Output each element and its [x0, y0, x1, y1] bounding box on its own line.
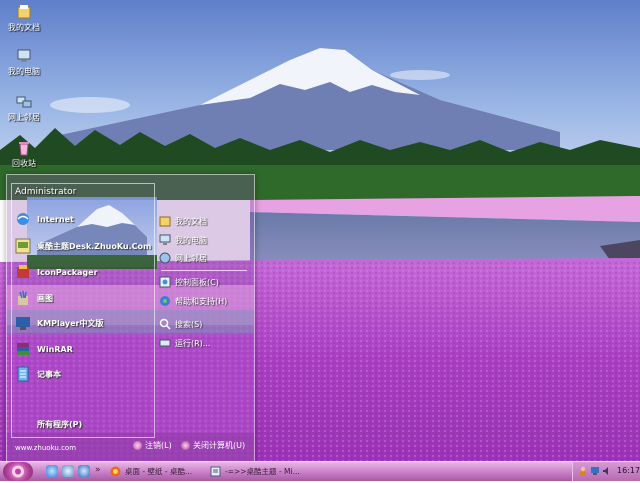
tray-volume-icon[interactable] [602, 466, 612, 476]
task-label: -=>>桌酷主题 - Mi... [225, 467, 300, 476]
desktop-icon-label: 网上邻居 [8, 113, 40, 122]
tray-user-icon[interactable] [578, 466, 588, 476]
power-icon [181, 441, 190, 450]
search-icon [159, 318, 171, 330]
program-label: 画图 [37, 293, 53, 303]
network-places-icon [159, 252, 171, 264]
shutdown-label: 关闭计算机(U) [193, 441, 246, 450]
taskbar: » 桌面 - 壁纸 - 桌酷... -=>>桌酷主题 - Mi... 16:17 [0, 461, 640, 481]
user-name: Administrator [15, 187, 77, 197]
shutdown-button[interactable]: 关闭计算机(U) [181, 440, 245, 451]
quicklaunch-explorer-icon[interactable] [62, 465, 74, 477]
browser-icon [110, 466, 121, 477]
iconpackager-icon [17, 265, 29, 278]
program-label: 桌酷主题Desk.ZhuoKu.Com [37, 241, 152, 251]
network-places-icon [16, 96, 32, 108]
quicklaunch-ie-icon[interactable] [46, 465, 58, 477]
place-control-panel[interactable]: 控制面板(C) [159, 274, 219, 290]
desktop-icon-label: 我的文档 [8, 23, 40, 32]
internet-explorer-icon [17, 213, 29, 225]
editor-icon [210, 466, 221, 477]
place-label: 网上邻居 [175, 253, 207, 263]
taskbar-window-editor[interactable]: -=>>桌酷主题 - Mi... [208, 464, 313, 479]
logoff-icon [133, 441, 142, 450]
desktop-icon-my-computer[interactable]: 我的电脑 [6, 48, 42, 77]
place-label: 我的电脑 [175, 235, 207, 245]
my-computer-icon [17, 49, 31, 62]
place-help[interactable]: 帮助和支持(H) [159, 293, 227, 309]
program-kmplayer[interactable]: KMPlayer中文版 [15, 314, 104, 332]
my-documents-icon [159, 216, 171, 227]
place-network[interactable]: 网上邻居 [159, 250, 207, 266]
paint-icon [18, 290, 28, 305]
program-iconpackager[interactable]: IconPackager [15, 263, 98, 281]
program-label: KMPlayer中文版 [37, 318, 104, 328]
program-notepad[interactable]: 记事本 [15, 365, 61, 383]
program-paint[interactable]: 画图 [15, 289, 53, 307]
start-menu: Administrator Internet 桌酷主题Desk.ZhuoKu.C… [6, 174, 255, 463]
desktop-icon-network-places[interactable]: 网上邻居 [6, 94, 42, 123]
menu-separator [161, 270, 247, 271]
logoff-label: 注销(L) [145, 441, 172, 450]
system-tray: 16:17 [572, 462, 640, 481]
place-search[interactable]: 搜索(S) [159, 316, 202, 332]
control-panel-icon [159, 276, 171, 288]
recycle-bin-icon [19, 142, 29, 156]
program-label: Internet [37, 214, 74, 224]
tray-network-icon[interactable] [590, 466, 600, 476]
place-label: 帮助和支持(H) [175, 296, 228, 306]
taskbar-window-browser[interactable]: 桌面 - 壁纸 - 桌酷... [108, 464, 203, 479]
all-programs-button[interactable]: 所有程序(P) [37, 419, 82, 430]
program-winrar[interactable]: WinRAR [15, 340, 73, 358]
logoff-button[interactable]: 注销(L) [133, 440, 172, 451]
kmplayer-icon [16, 317, 30, 330]
notepad-icon [17, 366, 29, 382]
program-label: WinRAR [37, 344, 73, 354]
my-computer-icon [159, 234, 171, 245]
desktop-icon-label: 回收站 [12, 159, 36, 168]
place-label: 搜索(S) [175, 319, 203, 329]
zhuoku-theme-icon [15, 238, 31, 254]
program-zhuoku-theme[interactable]: 桌酷主题Desk.ZhuoKu.Com [15, 237, 151, 255]
program-label: IconPackager [37, 267, 98, 277]
winrar-icon [17, 343, 29, 355]
start-orb-icon [12, 465, 24, 478]
desktop-icon-my-documents[interactable]: 我的文档 [6, 4, 42, 33]
program-label: 记事本 [37, 369, 61, 379]
desktop-icon-label: 我的电脑 [8, 67, 40, 76]
place-label: 我的文档 [175, 216, 207, 226]
run-icon [159, 339, 171, 347]
place-label: 控制面板(C) [175, 277, 219, 287]
place-label: 运行(R)... [175, 338, 211, 348]
quicklaunch-chevron-icon[interactable]: » [95, 465, 101, 475]
place-run[interactable]: 运行(R)... [159, 335, 210, 351]
task-label: 桌面 - 壁纸 - 桌酷... [125, 467, 193, 476]
place-my-computer[interactable]: 我的电脑 [159, 232, 207, 248]
quicklaunch-desktop-icon[interactable] [78, 465, 90, 477]
place-my-documents[interactable]: 我的文档 [159, 213, 207, 229]
program-internet[interactable]: Internet [15, 210, 74, 228]
website-link: www.zhuoku.com [15, 444, 77, 452]
my-documents-icon [17, 5, 31, 19]
desktop-icon-recycle-bin[interactable]: 回收站 [6, 140, 42, 169]
help-icon [160, 296, 170, 306]
clock[interactable]: 16:17 [617, 466, 640, 475]
start-button[interactable] [3, 462, 33, 481]
